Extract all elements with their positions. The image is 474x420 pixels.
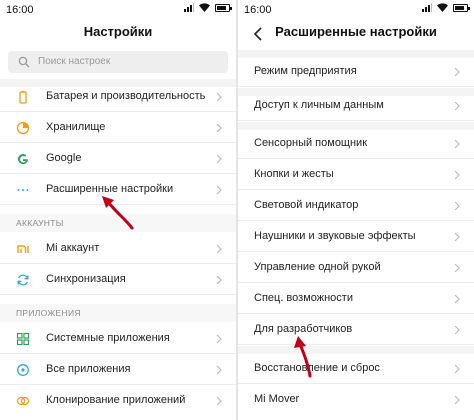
status-icons xyxy=(422,3,470,12)
settings-item-label: Google xyxy=(46,152,82,164)
wifi-icon xyxy=(199,3,210,12)
settings-item-backup-reset[interactable]: Восстановление и сброс xyxy=(238,354,474,384)
chevron-right-icon xyxy=(454,294,460,304)
chevron-right-icon xyxy=(216,244,222,254)
wifi-icon xyxy=(437,3,448,12)
chevron-right-icon xyxy=(454,395,460,405)
settings-item-mi-mover[interactable]: Mi Mover xyxy=(238,385,474,415)
advanced-settings-screen: 16:00 Расширенные настройки Режим предпр… xyxy=(238,0,474,420)
chevron-right-icon xyxy=(454,325,460,335)
chevron-right-icon xyxy=(216,123,222,133)
all-apps-icon xyxy=(17,364,29,376)
search-input[interactable]: Поиск настроек xyxy=(8,51,228,73)
sync-icon xyxy=(17,274,29,286)
page-title: Расширенные настройки xyxy=(275,24,437,39)
section-label: АККАУНТЫ xyxy=(16,218,64,228)
settings-item-headphones-audio[interactable]: Наушники и звуковые эффекты xyxy=(238,222,474,252)
settings-item-clone-apps[interactable]: Клонирование приложений xyxy=(0,386,236,416)
status-bar: 16:00 xyxy=(0,0,236,18)
settings-item-label: Световой индикатор xyxy=(254,199,359,211)
settings-item-label: Управление одной рукой xyxy=(254,261,381,273)
settings-item-touch-assistant[interactable]: Сенсорный помощник xyxy=(238,129,474,159)
status-bar: 16:00 xyxy=(238,0,474,18)
settings-item-accessibility[interactable]: Спец. возможности xyxy=(238,284,474,314)
settings-item-label: Mi Mover xyxy=(254,393,300,405)
chevron-right-icon xyxy=(454,139,460,149)
mi-icon xyxy=(17,245,29,253)
settings-item-label: Режим предприятия xyxy=(254,65,357,77)
chevron-right-icon xyxy=(454,170,460,180)
status-time: 16:00 xyxy=(244,4,272,16)
settings-item-enterprise-mode[interactable]: Режим предприятия xyxy=(238,57,474,87)
settings-item-label: Расширенные настройки xyxy=(46,183,174,195)
chevron-right-icon xyxy=(454,364,460,374)
system-apps-icon xyxy=(16,332,30,346)
settings-item-developer-options[interactable]: Для разработчиков xyxy=(238,315,474,345)
clone-apps-icon xyxy=(16,396,30,406)
settings-item-personal-data-access[interactable]: Доступ к личным данным xyxy=(238,91,474,121)
section-header-accounts: АККАУНТЫ xyxy=(0,214,236,232)
settings-item-label: Наушники и звуковые эффекты xyxy=(254,230,416,242)
chevron-right-icon xyxy=(454,101,460,111)
settings-item-label: Батарея и производительность xyxy=(46,90,206,102)
settings-item-buttons-gestures[interactable]: Кнопки и жесты xyxy=(238,160,474,190)
settings-item-advanced[interactable]: Расширенные настройки xyxy=(0,175,236,205)
chevron-right-icon xyxy=(216,334,222,344)
settings-item-label: Хранилище xyxy=(46,121,106,133)
chevron-right-icon xyxy=(216,154,222,164)
chevron-right-icon xyxy=(216,185,222,195)
status-time: 16:00 xyxy=(6,4,34,16)
settings-item-label: Системные приложения xyxy=(46,332,170,344)
settings-item-battery[interactable]: Батарея и производительность xyxy=(0,82,236,112)
settings-item-label: Доступ к личным данным xyxy=(254,99,384,111)
settings-item-label: Восстановление и сброс xyxy=(254,362,380,374)
settings-item-label: Кнопки и жесты xyxy=(254,168,334,180)
settings-screen: 16:00 Настройки Поиск настроек Батарея и… xyxy=(0,0,236,420)
settings-item-label: Все приложения xyxy=(46,363,131,375)
signal-icon xyxy=(184,3,194,12)
settings-item-label: Сенсорный помощник xyxy=(254,137,368,149)
storage-icon xyxy=(16,121,30,135)
settings-item-system-apps[interactable]: Системные приложения xyxy=(0,324,236,354)
chevron-right-icon xyxy=(454,263,460,273)
signal-icon xyxy=(422,3,432,12)
settings-item-all-apps[interactable]: Все приложения xyxy=(0,355,236,385)
group-gap xyxy=(238,346,474,354)
battery-status-icon xyxy=(215,3,232,12)
settings-item-label: Спец. возможности xyxy=(254,292,353,304)
chevron-right-icon xyxy=(454,232,460,242)
search-placeholder: Поиск настроек xyxy=(38,56,111,67)
settings-item-led-indicator[interactable]: Световой индикатор xyxy=(238,191,474,221)
chevron-right-icon xyxy=(216,396,222,406)
battery-status-icon xyxy=(453,3,470,12)
settings-item-label: Клонирование приложений xyxy=(46,394,186,406)
chevron-right-icon xyxy=(454,67,460,77)
settings-item-sync[interactable]: Синхронизация xyxy=(0,265,236,295)
chevron-right-icon xyxy=(216,92,222,102)
chevron-right-icon xyxy=(216,365,222,375)
section-header-apps: ПРИЛОЖЕНИЯ xyxy=(0,304,236,322)
settings-item-google[interactable]: Google xyxy=(0,144,236,174)
settings-item-label: Mi аккаунт xyxy=(46,242,100,254)
settings-item-mi-account[interactable]: Mi аккаунт xyxy=(0,234,236,264)
chevron-right-icon xyxy=(216,275,222,285)
settings-item-one-handed-mode[interactable]: Управление одной рукой xyxy=(238,253,474,283)
chevron-right-icon xyxy=(454,201,460,211)
status-icons xyxy=(184,3,232,12)
google-icon xyxy=(18,154,28,165)
section-label: ПРИЛОЖЕНИЯ xyxy=(16,308,81,318)
settings-item-label: Синхронизация xyxy=(46,273,126,285)
settings-item-storage[interactable]: Хранилище xyxy=(0,113,236,143)
settings-item-label: Для разработчиков xyxy=(254,323,353,335)
battery-icon xyxy=(19,90,27,104)
more-dots-icon xyxy=(17,189,29,191)
page-title: Настройки xyxy=(83,24,153,39)
search-icon xyxy=(18,56,30,68)
